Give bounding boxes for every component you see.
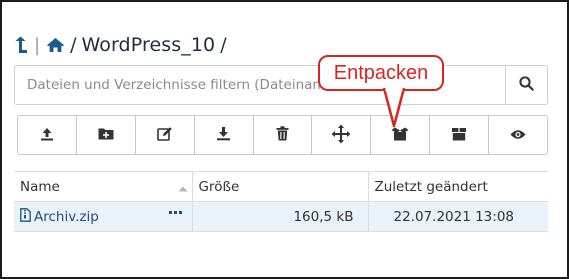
column-header-size[interactable]: Größe xyxy=(191,171,368,202)
table-row[interactable]: Archiv.zip 160,5 kB 22.07.2021 13:08 xyxy=(14,201,548,232)
search-button[interactable] xyxy=(505,66,547,104)
delete-button[interactable] xyxy=(253,116,313,154)
download-button[interactable] xyxy=(194,116,254,154)
file-manager-window: | / WordPress_10 / Dateien und Verzeichn… xyxy=(0,0,569,279)
toolbar xyxy=(17,115,548,155)
open-box-icon xyxy=(391,127,409,144)
home-icon[interactable] xyxy=(46,37,65,53)
upload-button[interactable] xyxy=(18,116,77,154)
file-modified-date: 22.07.2021 13:08 xyxy=(367,201,548,232)
folder-plus-icon xyxy=(98,127,114,143)
table-header-row: Name Größe Zuletzt geändert xyxy=(14,171,548,202)
column-header-name-label: Name xyxy=(20,178,60,195)
breadcrumb-separator-trailing: / xyxy=(220,34,227,56)
view-button[interactable] xyxy=(489,116,547,154)
archive-box-icon xyxy=(451,127,467,144)
column-header-size-label: Größe xyxy=(198,178,240,195)
column-header-modified[interactable]: Zuletzt geändert xyxy=(367,171,548,202)
file-link[interactable]: Archiv.zip xyxy=(20,207,99,226)
move-icon xyxy=(331,124,351,147)
breadcrumb-divider: | xyxy=(34,34,41,56)
file-name: Archiv.zip xyxy=(34,208,99,225)
new-folder-button[interactable] xyxy=(76,116,136,154)
upload-icon xyxy=(40,127,54,144)
file-name-cell: Archiv.zip xyxy=(14,201,192,232)
breadcrumb-folder[interactable]: WordPress_10 xyxy=(81,34,215,56)
sort-ascending-icon[interactable] xyxy=(178,180,188,196)
search-bar xyxy=(14,65,548,105)
file-table: Name Größe Zuletzt geändert Archiv.zip 1… xyxy=(14,171,548,232)
column-header-modified-label: Zuletzt geändert xyxy=(374,178,488,195)
breadcrumb: | / WordPress_10 / xyxy=(14,33,227,57)
callout-pointer xyxy=(382,88,406,128)
edit-icon xyxy=(156,126,173,145)
callout-label: Entpacken xyxy=(333,61,429,84)
eye-icon xyxy=(510,128,526,143)
zip-file-icon xyxy=(20,207,31,226)
breadcrumb-separator: / xyxy=(70,34,77,56)
level-up-icon[interactable] xyxy=(14,36,28,54)
download-icon xyxy=(216,126,231,144)
more-options-icon[interactable] xyxy=(168,211,182,214)
trash-icon xyxy=(276,126,289,144)
column-header-name[interactable]: Name xyxy=(14,171,192,202)
file-size: 160,5 kB xyxy=(191,201,368,232)
move-button[interactable] xyxy=(312,116,372,154)
compress-button[interactable] xyxy=(430,116,490,154)
extract-callout: Entpacken xyxy=(318,55,444,91)
edit-button[interactable] xyxy=(135,116,195,154)
search-icon xyxy=(519,76,534,94)
